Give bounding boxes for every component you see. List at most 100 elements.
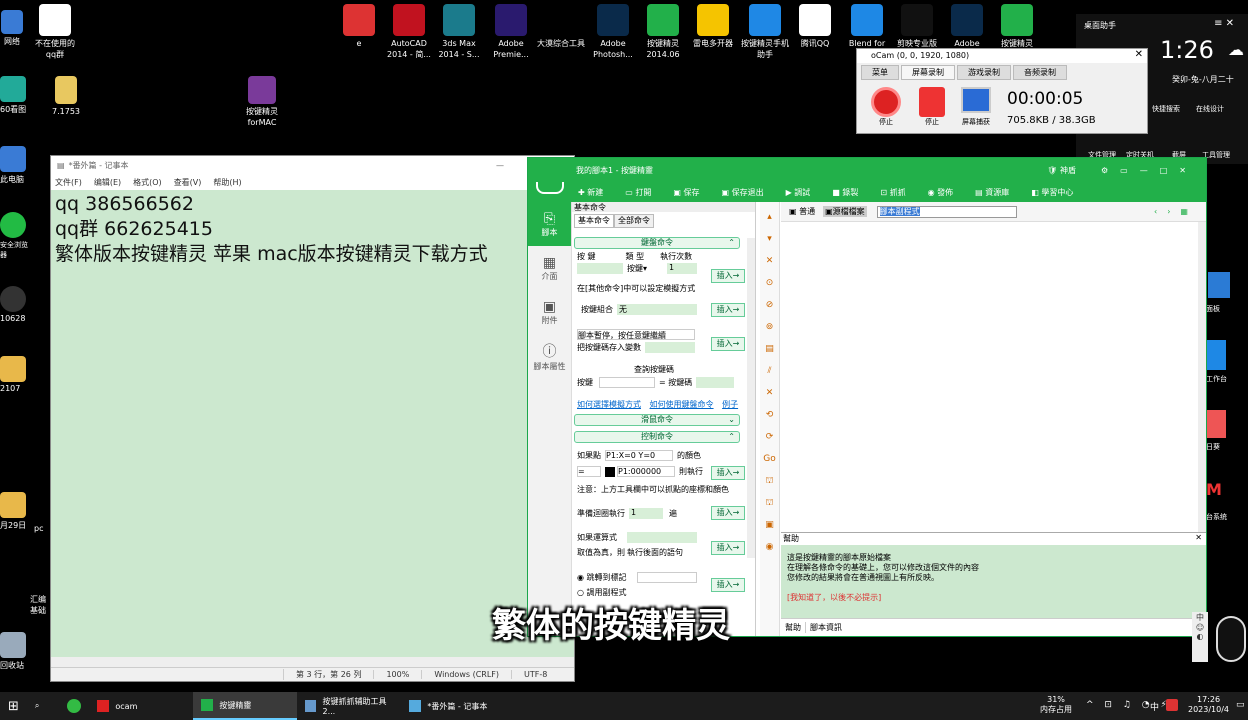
dock-m-icon[interactable]: M bbox=[1206, 480, 1222, 499]
toolbar-record[interactable]: ■ 錄製 bbox=[832, 187, 869, 198]
color-select[interactable]: P1:000000 bbox=[617, 466, 675, 477]
subroutine-select[interactable]: 腳本副程式 bbox=[876, 205, 1017, 218]
toolbar-new[interactable]: ✚ 新建 bbox=[578, 187, 614, 198]
panel-item-design[interactable]: 在线设计 bbox=[1196, 104, 1224, 114]
ajjl-titlebar[interactable]: 我的腳本1 - 按鍵精靈 🛡 神盾 ⚙▭—□✕ bbox=[528, 158, 1206, 182]
desktop-icon-network[interactable]: 网络 bbox=[0, 10, 24, 47]
tab-game-record[interactable]: 游戏录制 bbox=[957, 65, 1011, 80]
label-select[interactable] bbox=[636, 572, 697, 583]
tab-menu[interactable]: 菜单 bbox=[861, 65, 899, 80]
taskbar-item-ocam[interactable]: ocam bbox=[89, 692, 193, 720]
sidebar-item-properties[interactable]: ⓘ 腳本屬性 bbox=[528, 334, 571, 378]
desktop-icon[interactable]: 腾讯QQ bbox=[790, 4, 840, 49]
expr-action-select[interactable]: 執行後面的語句 bbox=[627, 547, 697, 558]
desktop-icon[interactable]: Adobe bbox=[942, 4, 992, 49]
group-mouse[interactable]: 滑鼠命令 ⌄ bbox=[574, 414, 740, 426]
desktop-icon[interactable]: Blend for bbox=[842, 4, 892, 49]
insert-button[interactable]: 插入→ bbox=[711, 506, 745, 520]
link-sim-mode[interactable]: 如何選擇模擬方式 bbox=[577, 400, 641, 409]
toolbar-save-exit[interactable]: ▣ 保存退出 bbox=[721, 187, 774, 198]
desktop-icon[interactable]: 3ds Max 2014 - S... bbox=[434, 4, 484, 60]
desktop-icon[interactable]: 雷电多开器 bbox=[688, 4, 738, 49]
dock-sunflower-icon[interactable] bbox=[1206, 410, 1226, 438]
help-tab[interactable]: 幫助 bbox=[781, 622, 806, 633]
taskbar-item-notepad[interactable]: *番外篇 - 记事本 bbox=[401, 692, 505, 720]
menu-view[interactable]: 查看(V) bbox=[174, 177, 202, 188]
desktop-icon[interactable]: Adobe Photosh... bbox=[588, 4, 638, 60]
desktop-icon[interactable]: 按键精灵 2014.06 bbox=[638, 4, 688, 60]
taskbar-clock[interactable]: 17:26 2023/10/4 bbox=[1188, 695, 1229, 715]
point-select[interactable]: P1:X=0 Y=0 bbox=[605, 450, 673, 461]
horizontal-scrollbar[interactable] bbox=[51, 657, 574, 667]
sidebar-item-attachment[interactable]: ▣ 附件 bbox=[528, 290, 571, 334]
editor-scrollbar[interactable] bbox=[1198, 222, 1206, 532]
menu-file[interactable]: 文件(F) bbox=[55, 177, 82, 188]
script-info-tab[interactable]: 腳本資訊 bbox=[806, 622, 846, 633]
desktop-icon-browser[interactable]: 安全浏览器 bbox=[0, 212, 28, 260]
insert-button[interactable]: 插入→ bbox=[711, 541, 745, 555]
qq-penguin-icon[interactable] bbox=[1216, 616, 1246, 662]
desktop-icon[interactable]: 大漠综合工具 bbox=[536, 4, 586, 49]
insert-button[interactable]: 插入→ bbox=[711, 269, 745, 283]
insert-button[interactable]: 插入→ bbox=[711, 466, 745, 480]
view-source-tab[interactable]: ▣源檔檔案 bbox=[823, 206, 867, 217]
help-dismiss-link[interactable]: [我知道了，以後不必提示] bbox=[787, 593, 1206, 603]
group-control[interactable]: 控制命令 ⌃ bbox=[574, 431, 740, 443]
taskbar-item-grab-tool[interactable]: 按键抓抓辅助工具2... bbox=[297, 692, 401, 720]
toolbar-grab[interactable]: ⊡ 抓抓 bbox=[880, 187, 916, 198]
capture-button[interactable]: 屏幕捕获 bbox=[961, 87, 991, 127]
shield-badge[interactable]: 🛡 神盾 bbox=[1047, 165, 1076, 176]
menu-help[interactable]: 帮助(H) bbox=[213, 177, 241, 188]
desktop-icon-viewer[interactable]: 60看图 bbox=[0, 76, 28, 115]
type-select[interactable]: 按鍵▾ bbox=[627, 263, 661, 274]
toolbar-learn[interactable]: ◧ 學習中心 bbox=[1031, 187, 1084, 198]
insert-button[interactable]: 插入→ bbox=[711, 578, 745, 592]
expr-field[interactable] bbox=[627, 532, 697, 543]
sidebar-item-script[interactable]: ⎘ 腳本 bbox=[528, 202, 571, 246]
ocam-window[interactable]: oCam (0, 0, 1920, 1080) ✕ 菜单 屏幕录制 游戏录制 音… bbox=[856, 48, 1148, 134]
panel-item-search[interactable]: 快捷搜索 bbox=[1152, 104, 1180, 114]
desktop-icon-2107[interactable]: 2107 bbox=[0, 356, 28, 393]
notepad-titlebar[interactable]: ▤ *番外篇 - 记事本 — bbox=[51, 156, 574, 174]
query-key-field[interactable] bbox=[599, 377, 655, 388]
link-example[interactable]: 例子 bbox=[722, 400, 738, 409]
taskbar-item-ajjl[interactable]: 按键精靈 bbox=[193, 692, 298, 720]
desktop-icon-winrar[interactable]: 按键精灵 forMAC bbox=[232, 76, 292, 128]
notepad-text-area[interactable]: qq 386566562 qq群 662625415 繁体版本按键精灵 苹果 m… bbox=[51, 190, 574, 269]
desktop-icon-asm[interactable]: 汇编 基础 bbox=[30, 594, 52, 616]
nav-arrows[interactable]: ‹›▦ bbox=[1154, 207, 1198, 216]
recycle-bin-icon[interactable]: 回收站 bbox=[0, 632, 28, 671]
tab-all-commands[interactable]: 全部命令 bbox=[614, 214, 654, 228]
query-code-field[interactable] bbox=[696, 377, 735, 388]
color-swatch[interactable] bbox=[605, 466, 615, 477]
toolbar-open[interactable]: ▭ 打開 bbox=[625, 187, 662, 198]
menu-icon[interactable]: ≡ ✕ bbox=[1214, 18, 1234, 29]
ajjl-window[interactable]: ⎘ 腳本 ▦ 介面 ▣ 附件 ⓘ 腳本屬性 我的腳本1 - 按鍵精靈 🛡 神盾 ⚙▭—□… bbox=[527, 157, 1207, 637]
minimize-icon[interactable]: — bbox=[496, 161, 504, 170]
save-key-field[interactable] bbox=[645, 342, 695, 353]
insert-button[interactable]: 插入→ bbox=[711, 303, 745, 317]
close-icon[interactable]: ✕ bbox=[1135, 49, 1143, 60]
memory-usage[interactable]: 31% 内存占用 bbox=[1040, 695, 1072, 715]
compare-select[interactable]: = bbox=[577, 466, 601, 477]
tab-screen-record[interactable]: 屏幕录制 bbox=[901, 65, 955, 80]
desktop-icon[interactable]: Adobe Premie... bbox=[486, 4, 536, 60]
cmd-scrollbar[interactable] bbox=[747, 238, 755, 558]
desktop-icon-folder[interactable]: 7.1753 bbox=[36, 76, 96, 117]
search-icon[interactable]: ⌕ bbox=[27, 692, 47, 720]
stop-record-button[interactable]: 停止 bbox=[871, 87, 901, 127]
view-normal-tab[interactable]: ▣ 普通 bbox=[789, 206, 815, 217]
desktop-icon[interactable]: 按键精灵手机 助手 bbox=[740, 4, 790, 60]
desktop-icon[interactable]: 剪映专业版 bbox=[892, 4, 942, 49]
radio-call[interactable]: ○ bbox=[577, 588, 584, 597]
dock-workbench-icon[interactable] bbox=[1206, 340, 1226, 370]
ime-toolbar[interactable]: 中 ☺ ◐ bbox=[1192, 612, 1208, 662]
radio-jump[interactable]: ◉ bbox=[577, 573, 584, 582]
pause-button[interactable]: 停止 bbox=[919, 87, 945, 127]
desktop-icon[interactable]: AutoCAD 2014 - 简... bbox=[384, 4, 434, 60]
desktop-icon[interactable]: 按键精灵 bbox=[992, 4, 1042, 49]
script-editor[interactable]: ▣ 普通 ▣源檔檔案 腳本副程式 ‹›▦ bbox=[781, 202, 1206, 532]
start-icon[interactable]: ⊞ bbox=[0, 692, 27, 720]
tab-basic-commands[interactable]: 基本命令 bbox=[574, 214, 614, 228]
link-kb-usage[interactable]: 如何使用鍵盤命令 bbox=[650, 400, 714, 409]
